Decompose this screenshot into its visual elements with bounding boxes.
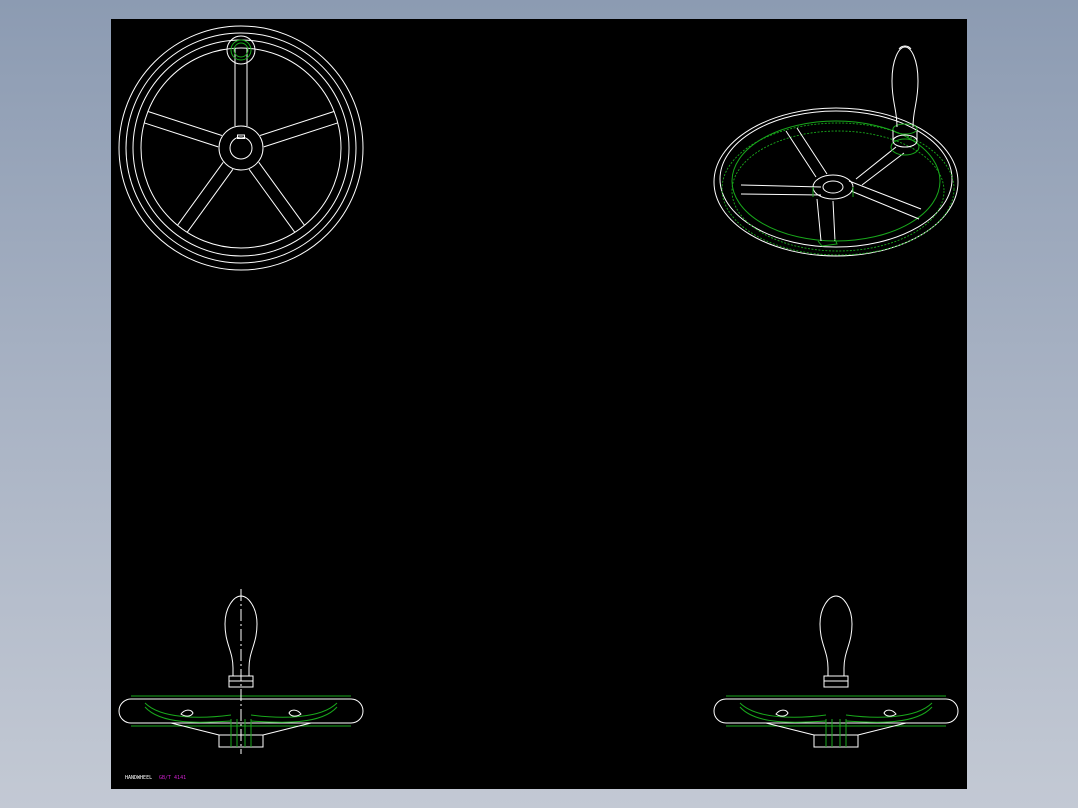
spoke-5-edge-2 — [147, 110, 223, 136]
iso-bore — [822, 180, 844, 194]
drawing-viewport[interactable]: HANDWHEEL GB/T 4141 — [111, 19, 967, 789]
rim-outer-circle — [118, 25, 364, 271]
spoke-4-edge-2 — [176, 162, 224, 226]
spoke-3-edge-1 — [258, 162, 306, 226]
hub-outer-circle — [218, 125, 264, 171]
spoke-hidden-lower — [739, 706, 933, 723]
rim-inner-circle — [132, 39, 350, 257]
rim-hidden — [726, 695, 946, 727]
handwheel-side-view-left — [118, 589, 364, 754]
handwheel-side-view-right — [713, 595, 959, 748]
handwheel-front-view — [118, 25, 364, 271]
hub — [813, 734, 859, 748]
title-block-note: GB/T 4141 — [159, 775, 186, 781]
rim-section — [713, 698, 959, 724]
iso-spoke-front — [816, 198, 836, 242]
collar-lines — [824, 668, 848, 682]
bore-circle — [229, 136, 253, 160]
spoke-5-edge-1 — [143, 122, 219, 148]
hub-flare — [765, 722, 907, 736]
iso-spoke-back — [785, 127, 828, 178]
spoke-hidden-upper — [739, 702, 933, 718]
spoke-3-edge-2 — [248, 169, 296, 233]
spoke-section — [775, 709, 897, 717]
iso-rim-inner-hidden — [731, 130, 945, 252]
iso-handle-grip — [891, 46, 919, 128]
iso-rim-outer — [713, 107, 959, 257]
handle-pin-hidden — [233, 42, 249, 58]
title-block-label: HANDWHEEL — [125, 775, 152, 781]
rim-edge-circle — [125, 32, 357, 264]
cad-drawing[interactable]: HANDWHEEL GB/T 4141 — [111, 19, 967, 789]
grip — [819, 595, 853, 669]
iso-rim-hidden — [721, 122, 955, 256]
spoke-2-edge-2 — [263, 122, 339, 148]
spoke-2-edge-1 — [259, 110, 335, 136]
handwheel-isometric-view — [713, 45, 959, 257]
iso-spoke-left — [740, 184, 822, 196]
iso-spoke-handle — [855, 146, 905, 186]
rim-hub-circle — [140, 47, 342, 249]
spokes — [143, 48, 339, 233]
iso-spoke-right — [848, 180, 922, 220]
spoke-4-edge-1 — [186, 169, 234, 233]
